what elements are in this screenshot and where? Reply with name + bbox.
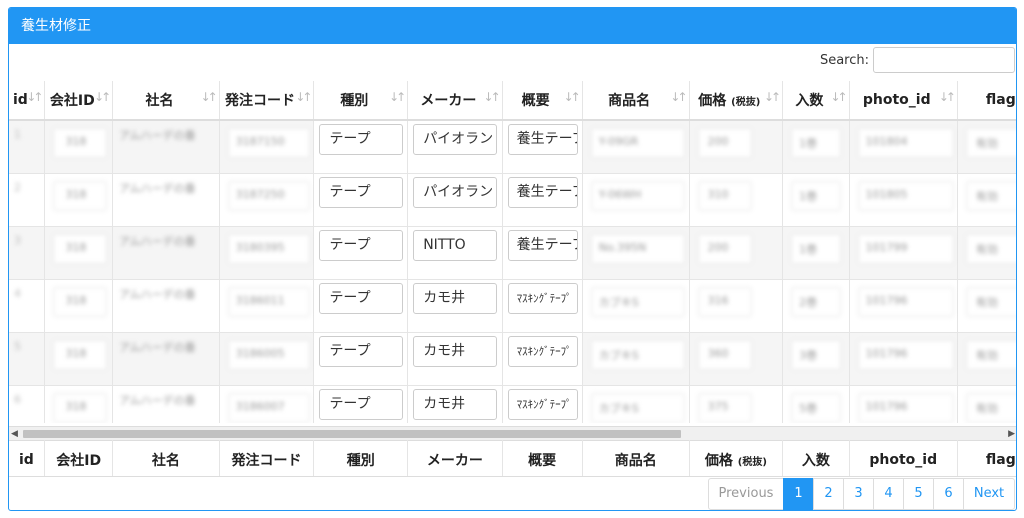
search-label: Search:: [819, 52, 869, 68]
footer-header-photo-id: photo_id: [849, 440, 958, 476]
column-header-order-code[interactable]: 発注コード ↓↑: [219, 81, 315, 121]
type-input[interactable]: テープ: [319, 283, 404, 314]
sort-arrows-icon: ↓↑: [938, 90, 956, 104]
summary-input[interactable]: 養生テープ: [507, 177, 578, 208]
page-5-button[interactable]: 5: [903, 478, 934, 510]
sort-arrows-icon: ↓↑: [483, 90, 501, 104]
edit-panel: 養生材修正 Search: id ↓↑ 会社ID ↓↑ 社名 ↓↑ 発注コード ↓↑ 種…: [8, 7, 1017, 511]
column-header-company-name[interactable]: 社名 ↓↑: [112, 81, 220, 121]
footer-header-maker: メーカー: [407, 440, 503, 476]
table-row: 1 318 アムハーデの番 3187150 テープ パイオラン 養生テープ Y-…: [9, 120, 1016, 174]
type-input[interactable]: テープ: [319, 177, 404, 208]
sort-arrows-icon: ↓↑: [563, 90, 581, 104]
sort-arrows-icon: ↓↑: [26, 90, 43, 104]
horizontal-scrollbar[interactable]: ◀ ▶: [9, 426, 1016, 441]
summary-input[interactable]: 養生テープ: [507, 230, 578, 261]
sort-arrows-icon: ↓↑: [200, 90, 218, 104]
search-input[interactable]: [873, 47, 1015, 73]
footer-header-quantity: 入数: [782, 440, 850, 476]
maker-input[interactable]: カモ井: [413, 389, 498, 420]
sort-arrows-icon: ↓↑: [94, 90, 111, 104]
table-row: 5 318 アムハーデの番 3186005 テープ カモ井 ﾏｽｷﾝｸﾞﾃｰﾌﾟ…: [9, 332, 1016, 386]
type-input[interactable]: テープ: [319, 124, 404, 155]
type-input[interactable]: テープ: [319, 336, 404, 367]
footer-header-company-name: 社名: [112, 440, 220, 476]
sort-arrows-icon: ↓↑: [670, 90, 687, 104]
footer-header-id: id: [9, 440, 46, 476]
table-row: 6 318 アムハーデの番 3186007 テープ カモ井 ﾏｽｷﾝｸﾞﾃｰﾌﾟ…: [9, 385, 1016, 423]
previous-page-button[interactable]: Previous: [708, 478, 784, 510]
column-header-company-id[interactable]: 会社ID ↓↑: [44, 81, 114, 121]
column-header-price[interactable]: 価格 (税抜) ↓↑: [689, 81, 784, 121]
column-header-quantity[interactable]: 入数 ↓↑: [782, 81, 850, 121]
sort-arrows-icon: ↓↑: [295, 90, 312, 104]
table-row: 4 318 アムハーデの番 3186011 テープ カモ井 ﾏｽｷﾝｸﾞﾃｰﾌﾟ…: [9, 279, 1016, 333]
footer-header-price: 価格 (税抜): [689, 440, 784, 476]
maker-input[interactable]: パイオラン: [413, 124, 498, 155]
page-4-button[interactable]: 4: [873, 478, 904, 510]
footer-header-type: 種別: [313, 440, 409, 476]
data-table: id ↓↑ 会社ID ↓↑ 社名 ↓↑ 発注コード ↓↑ 種別 ↓↑ メーカー ↓↑ 概要 ↓…: [9, 81, 1016, 423]
footer-header-summary: 概要: [502, 440, 583, 476]
column-header-flag[interactable]: flag: [957, 81, 1016, 121]
panel-title: 養生材修正: [9, 8, 1016, 44]
column-header-summary[interactable]: 概要 ↓↑: [502, 81, 583, 121]
scrollbar-thumb[interactable]: [23, 430, 681, 438]
column-header-product-name[interactable]: 商品名 ↓↑: [582, 81, 690, 121]
sort-arrows-icon: ↓↑: [389, 90, 406, 104]
pagination: Previous 1 2 3 4 5 6 Next: [708, 478, 1015, 510]
maker-input[interactable]: パイオラン: [413, 177, 498, 208]
summary-input[interactable]: ﾏｽｷﾝｸﾞﾃｰﾌﾟ: [507, 389, 578, 420]
search-bar: Search:: [820, 45, 1016, 75]
sort-arrows-icon: ↓↑: [830, 90, 847, 104]
maker-input[interactable]: カモ井: [413, 283, 498, 314]
table-footer: id 会社ID 社名 発注コード 種別 メーカー 概要 商品名 価格 (税抜) …: [9, 440, 1016, 477]
footer-header-product-name: 商品名: [582, 440, 690, 476]
table-row: 2 318 アムハーデの番 3187250 テープ パイオラン 養生テープ Y-…: [9, 173, 1016, 227]
maker-input[interactable]: NITTO: [413, 230, 498, 261]
column-header-maker[interactable]: メーカー ↓↑: [407, 81, 503, 121]
footer-header-order-code: 発注コード: [219, 440, 315, 476]
sort-arrows-icon: ↓↑: [764, 90, 781, 104]
summary-input[interactable]: ﾏｽｷﾝｸﾞﾃｰﾌﾟ: [507, 336, 578, 367]
footer-header-flag: flag: [957, 440, 1016, 476]
column-header-photo-id[interactable]: photo_id ↓↑: [849, 81, 958, 121]
table-row: 3 318 アムハーデの番 3180395 テープ NITTO 養生テープ No…: [9, 226, 1016, 280]
column-header-id[interactable]: id ↓↑: [9, 81, 46, 121]
column-header-type[interactable]: 種別 ↓↑: [313, 81, 409, 121]
page-3-button[interactable]: 3: [843, 478, 874, 510]
scroll-right-arrow-icon[interactable]: ▶: [1008, 427, 1015, 441]
type-input[interactable]: テープ: [319, 389, 404, 420]
next-page-button[interactable]: Next: [963, 478, 1015, 510]
summary-input[interactable]: ﾏｽｷﾝｸﾞﾃｰﾌﾟ: [507, 283, 578, 314]
page-2-button[interactable]: 2: [813, 478, 844, 510]
page-1-button[interactable]: 1: [783, 478, 814, 510]
page-6-button[interactable]: 6: [933, 478, 964, 510]
scroll-left-arrow-icon[interactable]: ◀: [11, 427, 18, 441]
footer-header-company-id: 会社ID: [44, 440, 113, 476]
summary-input[interactable]: 養生テープ: [507, 124, 578, 155]
maker-input[interactable]: カモ井: [413, 336, 498, 367]
type-input[interactable]: テープ: [319, 230, 404, 261]
